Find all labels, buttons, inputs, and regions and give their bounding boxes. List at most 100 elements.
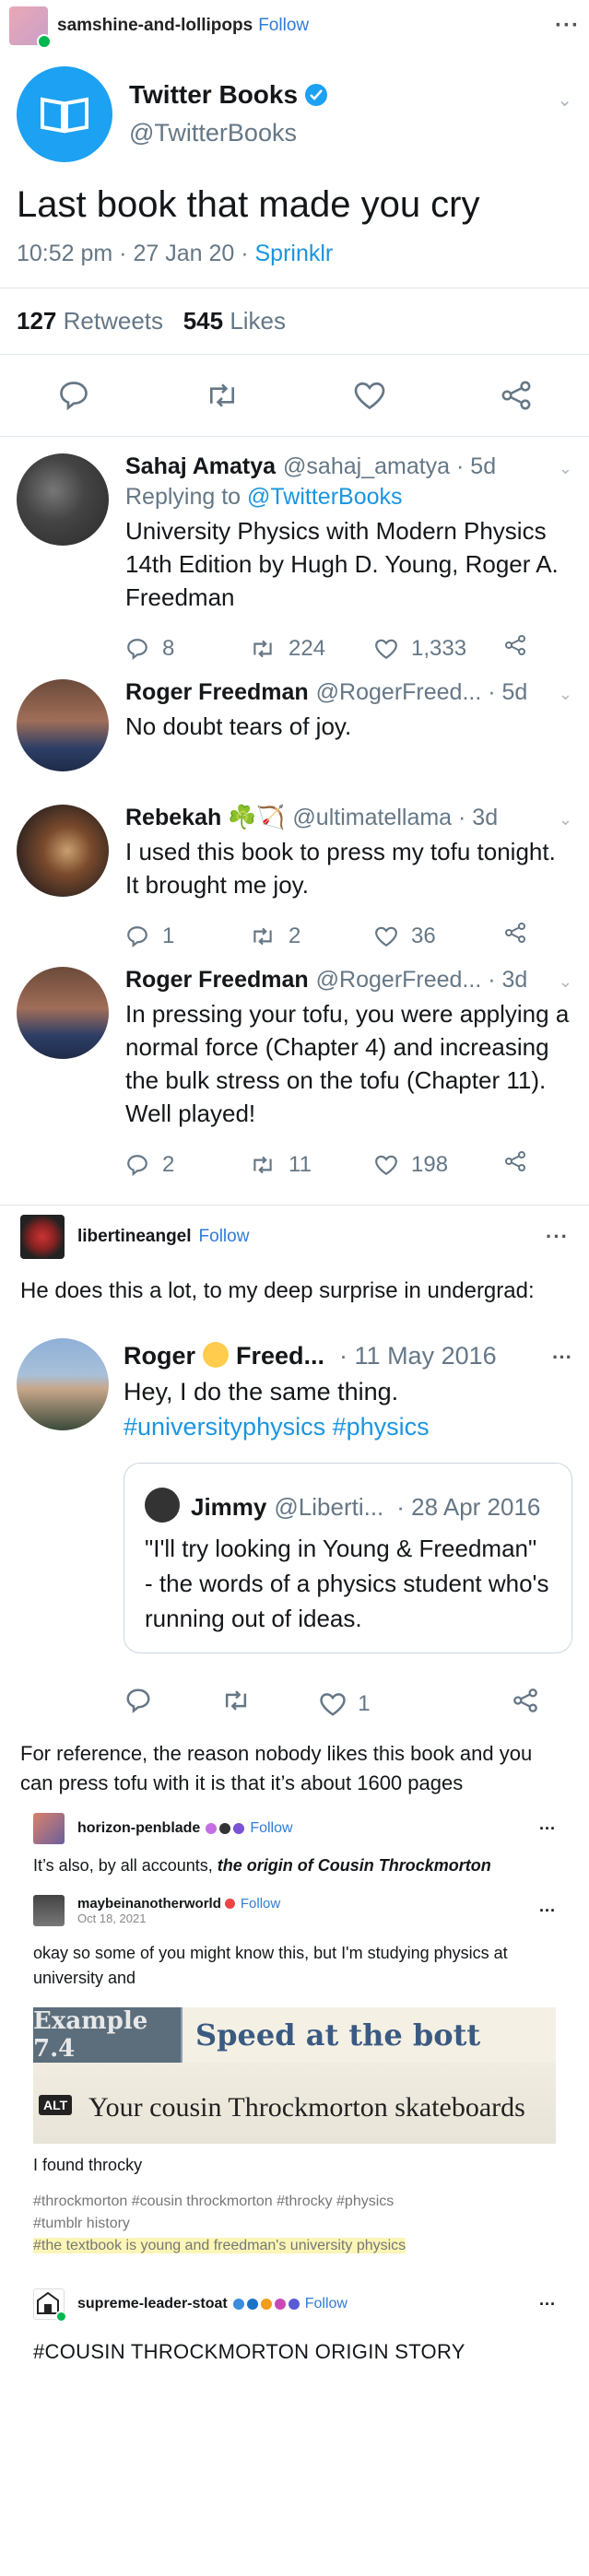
retweet-icon[interactable] xyxy=(221,1687,251,1721)
retweet-count[interactable]: 127 xyxy=(17,307,56,335)
reply-author-handle[interactable]: @RogerFreed... · 5d xyxy=(316,679,528,706)
reblog-username[interactable]: maybeinanotherworld xyxy=(77,1896,221,1911)
like-button[interactable]: 1,333 xyxy=(374,636,499,662)
reblog-username[interactable]: horizon-penblade xyxy=(77,1820,200,1837)
reply-author-name[interactable]: Roger Freedman xyxy=(125,967,309,994)
share-icon[interactable] xyxy=(504,634,526,663)
avatar[interactable] xyxy=(145,1488,180,1523)
avatar[interactable] xyxy=(17,805,109,897)
reply-count: 8 xyxy=(162,635,175,661)
follow-button[interactable]: Follow xyxy=(305,2296,348,2312)
share-icon[interactable] xyxy=(504,922,526,950)
more-options-icon[interactable]: ··· xyxy=(552,1346,572,1370)
badge-icons xyxy=(232,2299,300,2310)
reply-text: University Physics with Modern Physics 1… xyxy=(125,517,559,611)
tag-line[interactable]: #tumblr history xyxy=(33,2213,556,2235)
reply-button[interactable]: 2 xyxy=(125,1152,250,1178)
more-options-icon[interactable]: ··· xyxy=(539,2295,556,2314)
retweet-icon[interactable] xyxy=(205,379,240,412)
avatar[interactable] xyxy=(33,2288,67,2323)
share-icon[interactable] xyxy=(512,1688,538,1720)
more-options-icon[interactable]: ··· xyxy=(539,1819,556,1839)
reblog-username[interactable]: libertineangel xyxy=(77,1227,192,1247)
online-badge xyxy=(55,2311,67,2323)
reblog-text: okay so some of you might know this, but… xyxy=(33,1944,508,1987)
reply-tweet: Roger Freedman @RogerFreed... · 3d ⌄ In pr… xyxy=(0,967,589,1195)
hashtags[interactable]: #universityphysics #physics xyxy=(124,1409,572,1444)
share-icon[interactable] xyxy=(504,1150,526,1179)
tag-highlighted[interactable]: #the textbook is young and freedman's un… xyxy=(33,2238,406,2253)
like-button[interactable]: 1 xyxy=(319,1691,443,1717)
like-button[interactable]: 36 xyxy=(374,923,499,949)
tweet-author-name-rest[interactable]: Freed... xyxy=(236,1342,324,1370)
replying-to: Replying to @TwitterBooks xyxy=(125,484,572,511)
reblog-text: It’s also, by all accounts, the origin o… xyxy=(0,1853,589,1878)
main-tweet: Twitter Books @TwitterBooks ⌄ Last book … xyxy=(0,52,589,437)
reply-count: 2 xyxy=(162,1151,175,1177)
quoted-author-name[interactable]: Jimmy xyxy=(191,1493,266,1522)
online-badge xyxy=(37,34,52,49)
reply-tweet: Sahaj Amatya @sahaj_amatya · 5d ⌄ Replying… xyxy=(0,437,589,679)
share-icon[interactable] xyxy=(501,380,532,411)
display-name[interactable]: Twitter Books xyxy=(129,80,298,110)
reblog-username[interactable]: supreme-leader-stoat xyxy=(77,2296,228,2312)
avatar[interactable] xyxy=(20,1215,65,1259)
retweet-button[interactable]: 224 xyxy=(250,636,374,662)
chevron-down-icon[interactable]: ⌄ xyxy=(559,972,572,992)
reply-icon[interactable] xyxy=(57,379,90,412)
reply-button[interactable]: 8 xyxy=(125,636,250,662)
quoted-tweet[interactable]: Jimmy @Liberti... · 28 Apr 2016 "I'll tr… xyxy=(124,1463,572,1653)
reply-button[interactable]: 1 xyxy=(125,923,250,949)
reblog-header: horizon-penblade Follow ··· xyxy=(0,1813,589,1844)
like-count[interactable]: 545 xyxy=(183,307,223,335)
avatar[interactable] xyxy=(17,1338,109,1430)
chevron-down-icon[interactable]: ⌄ xyxy=(559,685,572,704)
chevron-down-icon[interactable]: ⌄ xyxy=(559,459,572,478)
reblog-text: He does this a lot, to my deep surprise … xyxy=(20,1278,535,1303)
follow-button[interactable]: Follow xyxy=(250,1820,292,1837)
source-link[interactable]: Sprinklr xyxy=(254,241,333,266)
tag-line[interactable]: #throckmorton #cousin throckmorton #thro… xyxy=(33,2191,556,2213)
reply-author-name[interactable]: Roger Freedman xyxy=(125,679,309,706)
tweet-meta: 10:52 pm · 27 Jan 20 · Sprinklr xyxy=(17,241,572,267)
reply-author-handle[interactable]: @RogerFreed... · 3d xyxy=(316,967,528,994)
photo-caption: Your cousin Throckmorton skateboards xyxy=(88,2092,525,2123)
retweet-button[interactable]: 11 xyxy=(250,1152,374,1178)
follow-button[interactable]: Follow xyxy=(241,1896,280,1911)
reply-author-handle[interactable]: @ultimatellama · 3d xyxy=(292,805,498,831)
reply-author-name[interactable]: Sahaj Amatya xyxy=(125,453,276,480)
retweet-icon xyxy=(253,640,272,657)
avatar[interactable] xyxy=(17,453,109,546)
reply-icon xyxy=(127,638,147,660)
like-button[interactable]: 198 xyxy=(374,1152,499,1178)
more-options-icon[interactable]: ··· xyxy=(546,1225,569,1249)
book-icon xyxy=(41,97,88,133)
avatar[interactable] xyxy=(33,1895,65,1926)
like-count: 198 xyxy=(411,1151,449,1177)
chevron-down-icon[interactable]: ⌄ xyxy=(559,810,572,829)
follow-button[interactable]: Follow xyxy=(199,1227,250,1247)
avatar[interactable] xyxy=(9,6,52,49)
follow-button[interactable]: Follow xyxy=(258,16,309,36)
mention-link[interactable]: @TwitterBooks xyxy=(247,484,402,510)
avatar[interactable] xyxy=(17,679,109,771)
quoted-author-handle[interactable]: @Liberti... xyxy=(274,1493,383,1522)
more-options-icon[interactable]: ··· xyxy=(539,1901,556,1921)
reply-text: I used this book to press my tofu tonigh… xyxy=(125,838,556,899)
twitter-books-avatar[interactable] xyxy=(17,65,112,162)
reply-icon[interactable] xyxy=(124,1687,152,1721)
avatar[interactable] xyxy=(33,1813,65,1844)
reply-tweet: Roger Freedman @RogerFreed... · 5d ⌄ No do… xyxy=(0,679,589,771)
chevron-down-icon[interactable]: ⌄ xyxy=(557,88,572,112)
reply-author-name[interactable]: Rebekah ☘️🏹 xyxy=(125,805,285,831)
like-icon[interactable] xyxy=(353,380,386,411)
alt-badge[interactable]: ALT xyxy=(39,2095,73,2115)
reply-author-handle[interactable]: @sahaj_amatya · 5d xyxy=(283,453,496,480)
retweet-button[interactable]: 2 xyxy=(250,923,374,949)
handle[interactable]: @TwitterBooks xyxy=(129,119,557,147)
post-username[interactable]: samshine-and-lollipops xyxy=(57,16,253,36)
textbook-photo[interactable]: Example 7.4 Speed at the bott ALT Your c… xyxy=(33,2007,556,2144)
more-options-icon[interactable]: ··· xyxy=(555,13,580,39)
avatar[interactable] xyxy=(17,967,109,1059)
tweet-author-name[interactable]: Roger xyxy=(124,1342,195,1370)
